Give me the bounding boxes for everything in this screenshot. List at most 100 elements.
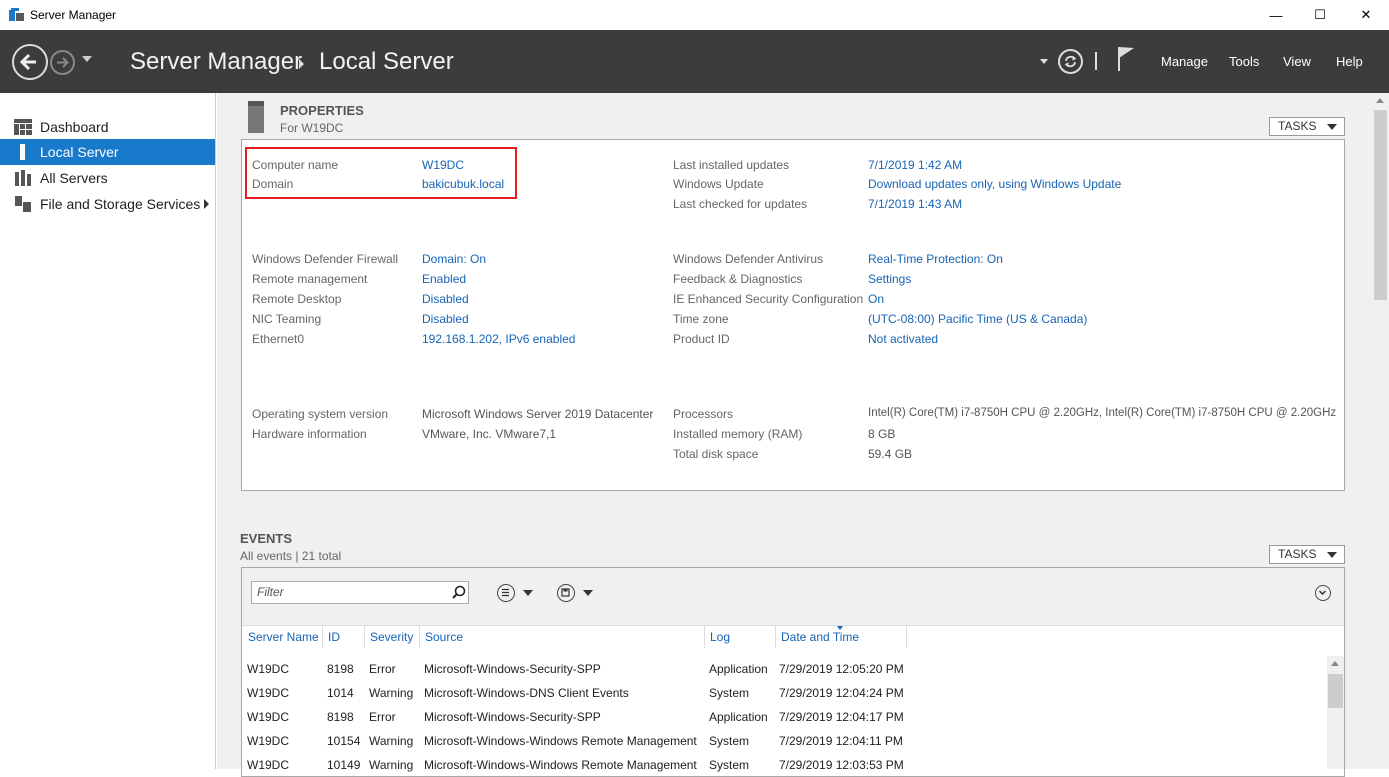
column-separator[interactable] [704, 626, 705, 648]
back-button[interactable] [12, 44, 48, 80]
antivirus-link[interactable]: Real-Time Protection: On [868, 252, 1003, 266]
minimize-icon: — [1269, 7, 1283, 23]
prop-label: Remote Desktop [252, 292, 342, 306]
column-header-id[interactable]: ID [328, 630, 340, 644]
firewall-link[interactable]: Domain: On [422, 252, 486, 266]
table-cell: Microsoft-Windows-Security-SPP [424, 662, 601, 676]
prop-label: Operating system version [252, 407, 389, 421]
column-separator[interactable] [322, 626, 323, 648]
last-checked-updates-link[interactable]: 7/1/2019 1:43 AM [868, 197, 962, 211]
chevron-down-icon [1327, 552, 1337, 558]
title-bar: Server Manager — ☐ ✕ [0, 0, 1389, 30]
prop-label: Ethernet0 [252, 332, 305, 346]
sidebar-item-label: File and Storage Services [40, 196, 201, 212]
table-cell: Application [709, 662, 768, 676]
table-cell: W19DC [247, 758, 290, 772]
time-zone-link[interactable]: (UTC-08:00) Pacific Time (US & Canada) [868, 312, 1087, 326]
close-button[interactable]: ✕ [1343, 0, 1389, 30]
sidebar-item-file-storage[interactable]: File and Storage Services [0, 191, 215, 217]
remote-desktop-link[interactable]: Disabled [422, 292, 469, 306]
forward-button[interactable] [50, 50, 75, 75]
table-cell: 7/29/2019 12:04:11 PM [779, 734, 903, 748]
column-separator[interactable] [906, 626, 907, 648]
prop-label: Domain [252, 177, 294, 191]
maximize-button[interactable]: ☐ [1297, 0, 1343, 30]
column-header-date-time[interactable]: Date and Time [781, 630, 859, 644]
table-cell: 10149 [327, 758, 361, 772]
sidebar-item-label: Local Server [40, 144, 119, 160]
table-cell: 7/29/2019 12:04:24 PM [779, 686, 904, 700]
search-icon[interactable] [452, 585, 466, 599]
menu-help[interactable]: Help [1336, 54, 1363, 69]
properties-subtitle: For W19DC [280, 121, 344, 135]
minimize-button[interactable]: — [1253, 0, 1299, 30]
table-cell: Warning [369, 734, 414, 748]
column-separator[interactable] [775, 626, 776, 648]
column-header-severity[interactable]: Severity [370, 630, 413, 644]
breadcrumb-root[interactable]: Server Manager [130, 48, 302, 76]
menu-view[interactable]: View [1283, 54, 1311, 69]
properties-title: PROPERTIES [280, 103, 364, 118]
highlight-annotation-box [245, 147, 517, 199]
ie-esc-link[interactable]: On [868, 292, 884, 306]
menu-tools[interactable]: Tools [1229, 54, 1259, 69]
table-cell: Warning [369, 686, 414, 700]
history-dropdown-icon[interactable] [82, 56, 92, 62]
table-cell: 8198 [327, 710, 354, 724]
back-arrow-icon [19, 53, 36, 71]
sidebar-item-all-servers[interactable]: All Servers [0, 165, 215, 191]
events-scrollbar[interactable] [1327, 656, 1344, 769]
table-cell: Microsoft-Windows-DNS Client Events [424, 686, 629, 700]
breadcrumb-current: Local Server [319, 48, 454, 75]
sidebar: Dashboard Local Server All Servers File … [0, 93, 216, 769]
column-header-server-name[interactable]: Server Name [248, 630, 319, 644]
sidebar-item-local-server[interactable]: Local Server [0, 139, 215, 165]
menu-manage[interactable]: Manage [1161, 54, 1208, 69]
prop-label: Windows Update [673, 177, 764, 191]
column-separator[interactable] [419, 626, 420, 648]
table-cell: Microsoft-Windows-Security-SPP [424, 710, 601, 724]
nic-teaming-link[interactable]: Disabled [422, 312, 469, 326]
list-view-button[interactable] [497, 584, 515, 602]
prop-label: Total disk space [673, 447, 759, 461]
product-id-link[interactable]: Not activated [868, 332, 938, 346]
list-view-dropdown-icon[interactable] [523, 590, 533, 596]
table-cell: Microsoft-Windows-Windows Remote Managem… [424, 734, 697, 748]
events-scroll-thumb[interactable] [1328, 674, 1343, 708]
table-cell: Application [709, 710, 768, 724]
expand-arrow-icon[interactable] [204, 199, 209, 209]
remote-management-link[interactable]: Enabled [422, 272, 466, 286]
column-separator[interactable] [364, 626, 365, 648]
table-cell: W19DC [247, 710, 290, 724]
windows-update-link[interactable]: Download updates only, using Windows Upd… [868, 177, 1121, 191]
last-installed-updates-link[interactable]: 7/1/2019 1:42 AM [868, 158, 962, 172]
prop-label: IE Enhanced Security Configuration [673, 292, 864, 306]
maximize-icon: ☐ [1314, 7, 1326, 22]
table-cell: 7/29/2019 12:04:17 PM [779, 710, 904, 724]
feedback-diagnostics-link[interactable]: Settings [868, 272, 911, 286]
events-scroll-up-icon[interactable] [1331, 661, 1339, 666]
scroll-up-arrow-icon[interactable] [1376, 98, 1384, 103]
events-tasks-button[interactable]: TASKS [1269, 545, 1345, 564]
filter-input[interactable]: Filter [251, 581, 469, 604]
prop-label: Windows Defender Firewall [252, 252, 399, 266]
refresh-dropdown-icon[interactable] [1040, 59, 1048, 64]
table-cell: Error [369, 710, 396, 724]
table-cell: Error [369, 662, 396, 676]
save-query-button[interactable] [557, 584, 575, 602]
notifications-flag-icon[interactable] [1117, 46, 1137, 72]
sidebar-item-dashboard[interactable]: Dashboard [0, 114, 215, 140]
ethernet0-link[interactable]: 192.168.1.202, IPv6 enabled [422, 332, 575, 346]
table-cell: 1014 [327, 686, 354, 700]
refresh-button[interactable] [1058, 49, 1083, 74]
column-header-source[interactable]: Source [425, 630, 463, 644]
expand-panel-button[interactable] [1315, 585, 1331, 601]
domain-link[interactable]: bakicubuk.local [422, 177, 504, 191]
properties-tasks-button[interactable]: TASKS [1269, 117, 1345, 136]
main-scroll-thumb[interactable] [1374, 110, 1387, 300]
save-query-dropdown-icon[interactable] [583, 590, 593, 596]
computer-name-link[interactable]: W19DC [422, 158, 464, 172]
table-cell: System [709, 686, 750, 700]
column-header-log[interactable]: Log [710, 630, 730, 644]
table-cell: 8198 [327, 662, 354, 676]
